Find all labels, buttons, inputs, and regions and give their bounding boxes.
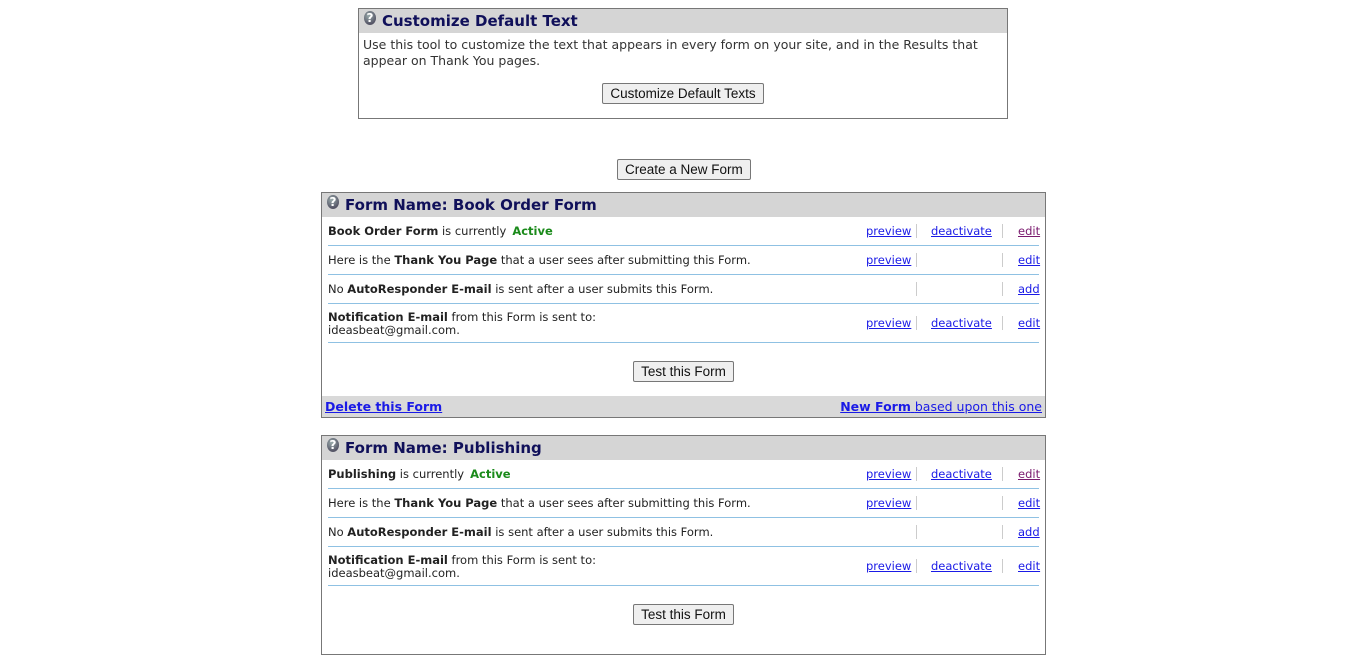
notification-email: ideasbeat@gmail.com. <box>328 323 460 337</box>
delete-form-link[interactable]: Delete this Form <box>325 399 442 414</box>
text: Here is the <box>328 496 391 510</box>
autoresponder-row: No AutoResponder E-mail is sent after a … <box>328 275 1040 304</box>
add-link[interactable]: add <box>1018 282 1040 296</box>
deactivate-link[interactable]: deactivate <box>931 316 992 330</box>
deactivate-link[interactable]: deactivate <box>931 559 992 573</box>
divider <box>1002 224 1003 238</box>
thank-you-label: Thank You Page <box>394 496 498 510</box>
status-badge: Active <box>512 224 553 238</box>
text: No <box>328 282 344 296</box>
deactivate-link[interactable]: deactivate <box>931 467 992 481</box>
new-form-label[interactable]: New Form <box>840 399 911 414</box>
form-title: Form Name: Publishing <box>345 439 542 457</box>
text: from this Form is sent to: <box>451 553 596 567</box>
customize-description: Use this tool to customize the text that… <box>363 37 978 68</box>
divider <box>916 224 917 238</box>
autoresponder-label: AutoResponder E-mail <box>347 525 492 539</box>
thank-you-label: Thank You Page <box>394 253 498 267</box>
text: Here is the <box>328 253 391 267</box>
autoresponder-label: AutoResponder E-mail <box>347 282 492 296</box>
new-form-suffix[interactable]: based upon this one <box>915 399 1042 414</box>
text: that a user sees after submitting this F… <box>500 253 751 267</box>
divider <box>1002 467 1003 481</box>
divider <box>1002 253 1003 267</box>
preview-link[interactable]: preview <box>866 316 911 330</box>
divider <box>1002 525 1003 539</box>
status-label: is currently <box>441 224 507 238</box>
text: that a user sees after submitting this F… <box>500 496 751 510</box>
divider <box>1002 559 1003 573</box>
customize-default-texts-button[interactable]: Customize Default Texts <box>602 83 764 104</box>
status-badge: Active <box>470 467 511 481</box>
form-panel-book-order: ? Form Name: Book Order Form Book Order … <box>321 192 1046 418</box>
form-panel-publishing: ? Form Name: Publishing Publishing is cu… <box>321 435 1046 655</box>
customize-header: ? Customize Default Text <box>359 9 1007 33</box>
divider <box>1002 282 1003 296</box>
form-title: Form Name: Book Order Form <box>345 196 597 214</box>
preview-link[interactable]: preview <box>866 467 911 481</box>
form-footer: Delete this Form New Form based upon thi… <box>322 396 1045 417</box>
create-new-form-button[interactable]: Create a New Form <box>617 159 751 180</box>
preview-link[interactable]: preview <box>866 253 911 267</box>
divider <box>916 525 917 539</box>
divider <box>916 282 917 296</box>
form-header: ? Form Name: Publishing <box>322 436 1045 460</box>
notification-row: Notification E-mail from this Form is se… <box>328 304 1040 343</box>
notification-label: Notification E-mail <box>328 310 448 324</box>
text: is sent after a user submits this Form. <box>495 525 714 539</box>
preview-link[interactable]: preview <box>866 559 911 573</box>
edit-link[interactable]: edit <box>1018 316 1040 330</box>
preview-link[interactable]: preview <box>866 224 911 238</box>
divider <box>1002 316 1003 330</box>
notification-email: ideasbeat@gmail.com. <box>328 566 460 580</box>
divider <box>916 253 917 267</box>
divider <box>916 496 917 510</box>
test-form-button[interactable]: Test this Form <box>633 361 734 382</box>
text: No <box>328 525 344 539</box>
help-icon[interactable]: ? <box>364 11 376 25</box>
notification-row: Notification E-mail from this Form is se… <box>328 547 1040 586</box>
edit-link[interactable]: edit <box>1018 467 1040 481</box>
help-icon[interactable]: ? <box>327 195 339 209</box>
customize-panel: ? Customize Default Text Use this tool t… <box>358 8 1008 119</box>
form-name: Book Order Form <box>328 224 439 238</box>
divider <box>916 467 917 481</box>
autoresponder-row: No AutoResponder E-mail is sent after a … <box>328 518 1040 547</box>
new-form-based-link[interactable]: New Form based upon this one <box>840 399 1042 414</box>
form-header: ? Form Name: Book Order Form <box>322 193 1045 217</box>
divider <box>916 559 917 573</box>
form-name: Publishing <box>328 467 397 481</box>
text: from this Form is sent to: <box>451 310 596 324</box>
status-label: is currently <box>399 467 465 481</box>
divider <box>916 316 917 330</box>
notification-label: Notification E-mail <box>328 553 448 567</box>
help-icon[interactable]: ? <box>327 438 339 452</box>
divider <box>1002 496 1003 510</box>
customize-title: Customize Default Text <box>382 12 578 30</box>
preview-link[interactable]: preview <box>866 496 911 510</box>
thank-you-row: Here is the Thank You Page that a user s… <box>328 489 1040 518</box>
thank-you-row: Here is the Thank You Page that a user s… <box>328 246 1040 275</box>
edit-link[interactable]: edit <box>1018 496 1040 510</box>
test-form-button[interactable]: Test this Form <box>633 604 734 625</box>
edit-link[interactable]: edit <box>1018 559 1040 573</box>
deactivate-link[interactable]: deactivate <box>931 224 992 238</box>
status-row: Publishing is currently Active preview de… <box>328 460 1040 489</box>
delete-form-label[interactable]: Delete this Form <box>325 399 442 414</box>
text: is sent after a user submits this Form. <box>495 282 714 296</box>
status-row: Book Order Form is currently Active previ… <box>328 217 1040 246</box>
edit-link[interactable]: edit <box>1018 253 1040 267</box>
edit-link[interactable]: edit <box>1018 224 1040 238</box>
add-link[interactable]: add <box>1018 525 1040 539</box>
